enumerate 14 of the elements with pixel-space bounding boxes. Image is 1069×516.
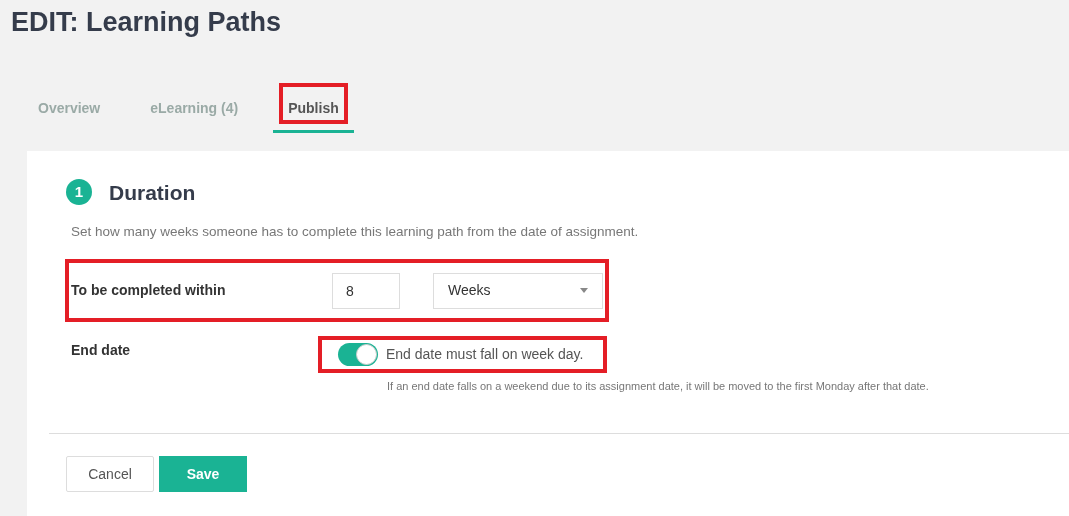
cancel-button[interactable]: Cancel [66, 456, 154, 492]
unit-dropdown[interactable]: Weeks [433, 272, 603, 309]
section-title: Duration [109, 179, 196, 206]
toggle-switch[interactable] [338, 343, 378, 366]
caret-icon [580, 288, 588, 293]
field-label: To be completed within [71, 281, 227, 300]
field-label: End date [71, 341, 132, 360]
page-title: EDIT: Learning Paths [11, 6, 282, 39]
toggle-label: End date must fall on week day. [386, 345, 584, 364]
number-field[interactable]: 8 [332, 272, 400, 309]
section-description: Set how many weeks someone has to complete this learning path from the date of assignment. [71, 223, 639, 241]
tab[interactable]: Publish [288, 97, 339, 119]
hint-text: If an end date falls on a weekend due to its assignment date, it will be moved to the first Monday after that date. [387, 379, 929, 394]
step-number-badge: 1 [66, 179, 92, 206]
